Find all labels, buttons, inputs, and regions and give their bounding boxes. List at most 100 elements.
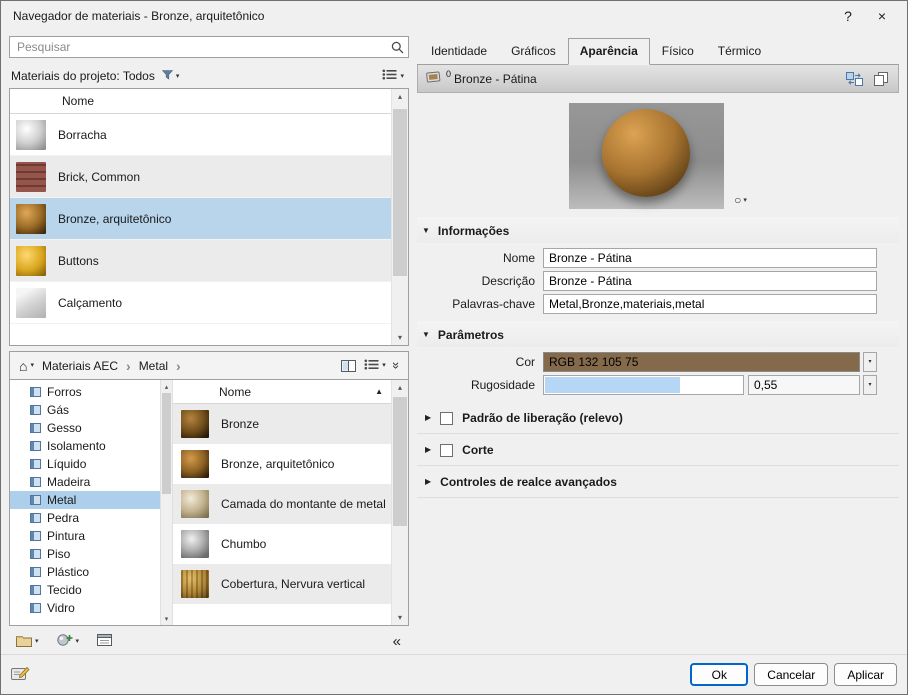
collapse-section-icon: ▼ [422,330,430,339]
material-name: Brick, Common [58,169,141,184]
open-material-editor-icon[interactable] [11,665,30,684]
tree-item-vidro[interactable]: Vidro [10,599,160,617]
tab-aparencia[interactable]: Aparência [567,38,650,65]
collapse-library-button[interactable]: » [389,360,404,371]
scrollbar-track[interactable] [392,104,408,330]
preview-options-button[interactable]: ○ ▾ [734,193,747,207]
library-row-cobertura[interactable]: Cobertura, Nervura vertical [173,564,391,604]
tree-item-plastico[interactable]: Plástico [10,563,160,581]
section-padrao-liberacao[interactable]: ▶ Padrão de liberação (relevo) [417,402,899,434]
tab-identidade[interactable]: Identidade [419,38,499,64]
material-row-borracha[interactable]: Borracha [10,114,391,156]
tree-item-gas[interactable]: Gás [10,401,160,419]
category-icon [30,459,41,469]
view-options-button[interactable]: ▾ [379,67,407,85]
column-header-nome[interactable]: Nome ▲ [173,380,391,404]
description-field[interactable] [543,271,877,291]
material-preview-sphere [569,103,725,209]
breadcrumb-item-materiais-aec[interactable]: Materiais AEC [39,357,121,375]
asset-browser-icon [97,634,113,649]
tree-item-pedra[interactable]: Pedra [10,509,160,527]
asset-use-count: 0 [446,68,452,79]
close-button[interactable]: × [865,3,899,29]
tab-fisico[interactable]: Físico [650,38,706,64]
scroll-up-button[interactable]: ▴ [392,89,408,104]
filter-icon [161,69,174,83]
chevron-right-icon[interactable]: › [123,359,134,373]
tree-item-label: Forros [47,385,82,399]
tree-item-pintura[interactable]: Pintura [10,527,160,545]
section-controles-realce[interactable]: ▶ Controles de realce avançados [417,466,899,498]
scrollbar-track[interactable] [161,393,172,612]
tab-graficos[interactable]: Gráficos [499,38,568,64]
material-row-buttons[interactable]: Buttons [10,240,391,282]
roughness-slider[interactable] [543,375,744,395]
home-button[interactable]: ⌂ ▾ [16,357,37,375]
cancel-button[interactable]: Cancelar [754,663,829,686]
section-informacoes-header[interactable]: ▼ Informações [417,217,899,243]
sort-ascending-icon[interactable]: ▲ [375,387,383,396]
library-row-chumbo[interactable]: Chumbo [173,524,391,564]
search-icon[interactable] [386,41,408,54]
scrollbar-thumb[interactable] [393,108,407,276]
scroll-down-button[interactable]: ▾ [161,612,172,625]
section-parametros-header[interactable]: ▼ Parâmetros [417,321,899,347]
column-header-nome[interactable]: Nome [10,89,391,114]
material-row-brick-common[interactable]: Brick, Common [10,156,391,198]
open-asset-browser-button[interactable] [94,632,115,651]
tree-item-metal[interactable]: Metal [10,491,160,509]
chevron-right-icon[interactable]: › [173,359,184,373]
ok-button[interactable]: Ok [690,663,749,686]
tab-termico[interactable]: Térmico [706,38,773,64]
color-options-button[interactable]: ▾ [863,352,877,372]
breadcrumb-item-metal[interactable]: Metal [136,357,171,375]
apply-button[interactable]: Aplicar [834,663,897,686]
material-name: Bronze [221,417,260,431]
tree-scrollbar[interactable]: ▴ ▾ [160,380,173,625]
color-swatch[interactable]: RGB 132 105 75 [543,352,860,372]
relief-pattern-checkbox[interactable] [440,411,454,425]
tree-item-piso[interactable]: Piso [10,545,160,563]
tree-item-label: Líquido [47,457,87,471]
cutout-checkbox[interactable] [440,443,454,457]
project-materials-list: Nome Borracha Brick, Common Bronze, arqu… [9,88,409,346]
library-scrollbar[interactable]: ▴ ▾ [391,380,408,625]
split-view-button[interactable] [338,358,359,374]
tree-item-gesso[interactable]: Gesso [10,419,160,437]
duplicate-asset-button[interactable] [869,68,893,90]
collapse-panel-button[interactable]: « [393,634,405,649]
tree-item-liquido[interactable]: Líquido [10,455,160,473]
scrollbar-thumb[interactable] [393,397,407,527]
scrollbar[interactable]: ▴ ▾ [391,89,408,345]
tree-item-isolamento[interactable]: Isolamento [10,437,160,455]
scroll-up-button[interactable]: ▴ [392,380,408,395]
material-row-calcamento[interactable]: Calçamento [10,282,391,324]
scroll-down-button[interactable]: ▾ [392,610,408,625]
search-input[interactable] [10,40,386,54]
material-row-bronze-arquitetonico[interactable]: Bronze, arquitetônico [10,198,391,240]
section-corte[interactable]: ▶ Corte [417,434,899,466]
library-row-bronze[interactable]: Bronze [173,404,391,444]
library-row-camada-montante[interactable]: Camada do montante de metal [173,484,391,524]
library-row-bronze-arquitetonico[interactable]: Bronze, arquitetônico [173,444,391,484]
library-view-options-button[interactable]: ▾ [361,357,389,375]
scroll-up-button[interactable]: ▴ [161,380,172,393]
scrollbar-thumb[interactable] [162,393,171,494]
name-field[interactable] [543,248,877,268]
create-material-button[interactable]: ▾ [54,631,83,652]
chevron-down-icon: ▾ [75,638,80,645]
roughness-options-button[interactable]: ▾ [863,375,877,395]
scrollbar-track[interactable] [392,395,408,610]
roughness-value-field[interactable] [748,375,860,395]
filter-button[interactable]: ▾ [159,67,183,85]
tree-item-label: Isolamento [47,439,106,453]
scroll-down-button[interactable]: ▾ [392,330,408,345]
tree-item-tecido[interactable]: Tecido [10,581,160,599]
replace-asset-button[interactable] [842,68,866,90]
tree-item-forros[interactable]: Forros [10,383,160,401]
section-title: Controles de realce avançados [440,475,617,489]
tree-item-madeira[interactable]: Madeira [10,473,160,491]
help-button[interactable]: ? [831,3,865,29]
keywords-field[interactable] [543,294,877,314]
create-library-button[interactable]: ▾ [13,632,42,652]
